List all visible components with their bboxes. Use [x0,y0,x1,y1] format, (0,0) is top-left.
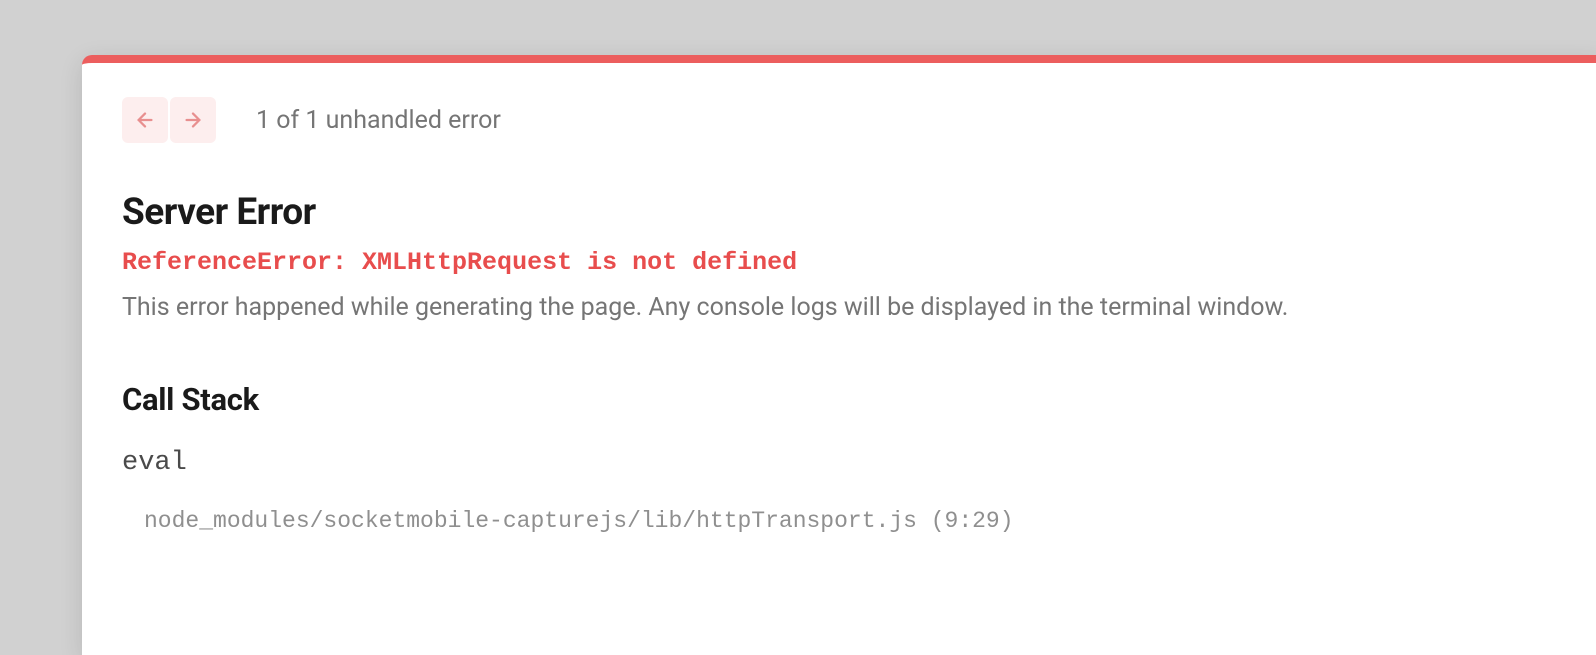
arrow-left-icon [134,109,156,131]
error-overlay-panel: 1 of 1 unhandled error Server Error Refe… [82,55,1596,655]
error-counter: 1 of 1 unhandled error [256,106,501,135]
callstack-title: Call Stack [122,381,1562,418]
stack-frame-function: eval [122,448,1562,478]
error-description: This error happened while generating the… [122,291,1562,325]
arrow-right-icon [182,109,204,131]
next-error-button[interactable] [170,97,216,143]
error-nav-buttons [122,97,216,143]
error-title: Server Error [122,191,1562,234]
previous-error-button[interactable] [122,97,168,143]
stack-frame-location: node_modules/socketmobile-capturejs/lib/… [122,508,1562,534]
error-nav-row: 1 of 1 unhandled error [122,97,1562,143]
error-message: ReferenceError: XMLHttpRequest is not de… [122,248,1562,277]
